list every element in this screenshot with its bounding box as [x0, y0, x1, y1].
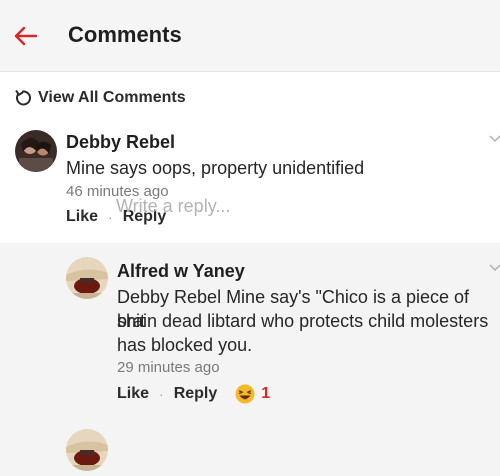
page-title: Comments [68, 22, 182, 47]
reaction-count[interactable]: 1 [261, 385, 270, 403]
refresh-icon [15, 90, 31, 106]
avatar[interactable] [15, 130, 57, 172]
avatar-photo [66, 429, 108, 471]
chevron-down-icon[interactable] [488, 261, 500, 275]
separator-dot: · [108, 209, 113, 225]
write-reply-input[interactable]: Write a reply... [116, 196, 230, 217]
separator-dot: · [159, 386, 164, 402]
avatar[interactable] [66, 257, 108, 299]
like-button[interactable]: Like [117, 385, 149, 403]
reply-text-line: has blocked you. [117, 335, 253, 355]
avatar-photo [66, 257, 108, 299]
reply-timestamp: 29 minutes ago [117, 359, 220, 376]
avatar [66, 429, 108, 471]
view-all-comments-button[interactable]: View All Comments [14, 87, 186, 109]
back-button[interactable] [10, 20, 42, 52]
chevron-down-icon[interactable] [488, 132, 500, 146]
app-header: Comments [0, 0, 500, 72]
avatar-photo [15, 130, 57, 172]
reply-actions: Like · Reply 1 [117, 384, 270, 404]
laughing-emoji-icon[interactable] [235, 384, 255, 404]
comment-author[interactable]: Debby Rebel [66, 132, 175, 153]
reply-button[interactable]: Reply [174, 385, 218, 403]
comment-item: Debby Rebel Mine says oops, property uni… [0, 122, 500, 243]
reply-text-line: brain dead libtard who protects child mo… [117, 311, 489, 331]
reply-author[interactable]: Alfred w Yaney [117, 261, 245, 282]
view-all-comments-label: View All Comments [38, 89, 186, 106]
back-arrow-icon [14, 26, 38, 46]
comment-text: Mine says oops, property unidentified [66, 158, 365, 178]
like-button[interactable]: Like [66, 208, 98, 226]
replies-section: Alfred w Yaney Debby Rebel Mine say's "C… [0, 243, 500, 476]
